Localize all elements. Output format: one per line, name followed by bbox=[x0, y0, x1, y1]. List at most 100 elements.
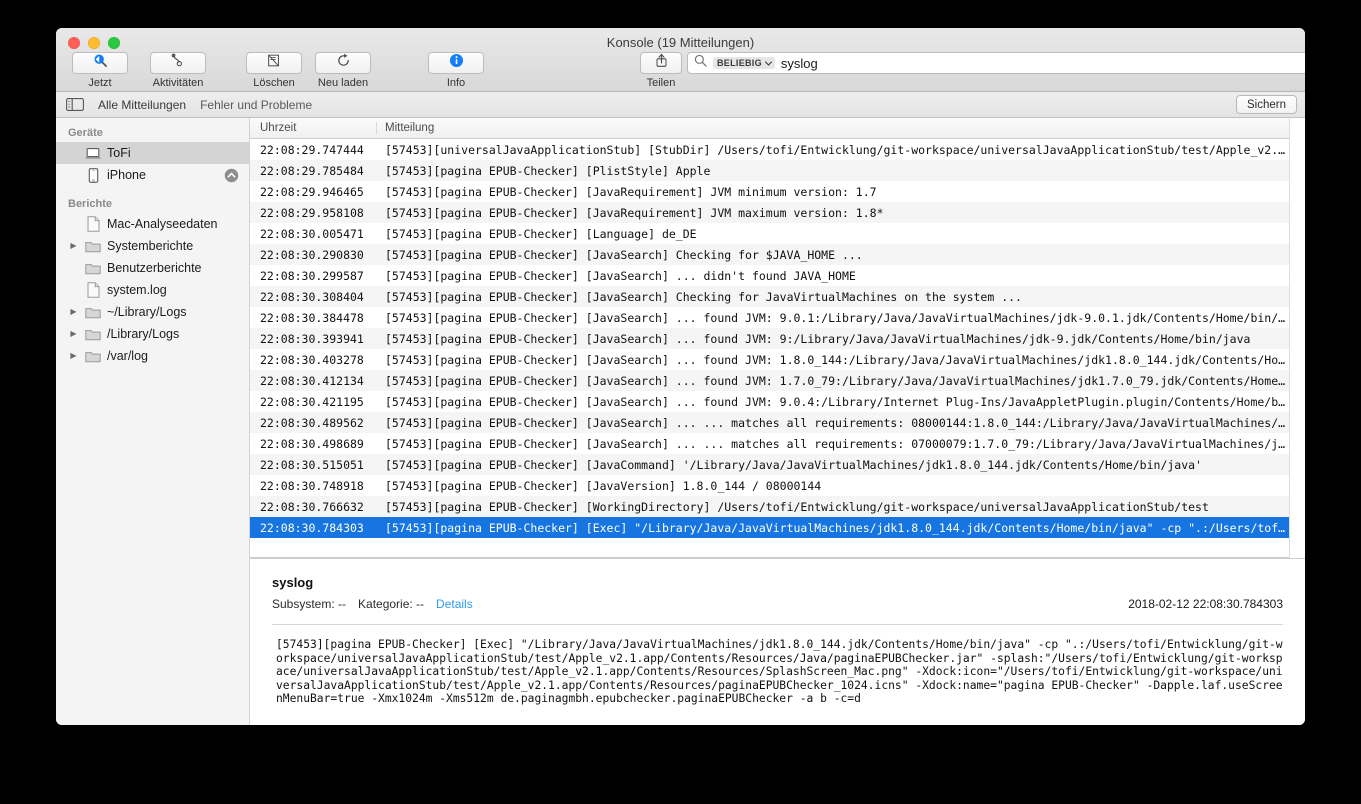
toolbar-button-info[interactable]: Info bbox=[428, 52, 484, 89]
column-header-uhrzeit[interactable]: Uhrzeit bbox=[250, 122, 377, 134]
row-time: 22:08:30.748918 bbox=[250, 479, 377, 493]
table-row[interactable]: 22:08:30.515051[57453][pagina EPUB-Check… bbox=[250, 454, 1289, 475]
search-input[interactable]: syslog bbox=[781, 56, 818, 71]
document-icon bbox=[85, 216, 101, 232]
row-time: 22:08:29.958108 bbox=[250, 206, 377, 220]
row-message: [57453][pagina EPUB-Checker] [JavaRequir… bbox=[377, 185, 1289, 199]
row-time: 22:08:29.747444 bbox=[250, 143, 377, 157]
sidebar-item-label: /Library/Logs bbox=[107, 327, 179, 341]
folder-icon bbox=[85, 262, 101, 275]
sidebar-item-benutzerberichte[interactable]: Benutzerberichte bbox=[56, 257, 249, 279]
log-pane: Uhrzeit Mitteilung 22:08:29.747444[57453… bbox=[250, 118, 1305, 725]
table-row[interactable]: 22:08:29.958108[57453][pagina EPUB-Check… bbox=[250, 202, 1289, 223]
log-table-column: Uhrzeit Mitteilung 22:08:29.747444[57453… bbox=[250, 118, 1289, 558]
detail-message-body: [57453][pagina EPUB-Checker] [Exec] "/Li… bbox=[272, 638, 1283, 706]
magnifier-blue-icon bbox=[93, 53, 108, 73]
table-row[interactable]: 22:08:30.784303[57453][pagina EPUB-Check… bbox=[250, 517, 1289, 538]
detail-pane: syslog Subsystem: -- Kategorie: -- Detai… bbox=[250, 558, 1305, 725]
row-message: [57453][pagina EPUB-Checker] [PlistStyle… bbox=[377, 164, 1289, 178]
sidebar-item-library-logs[interactable]: ▶ /Library/Logs bbox=[56, 323, 249, 345]
table-row[interactable]: 22:08:30.403278[57453][pagina EPUB-Check… bbox=[250, 349, 1289, 370]
sidebar-item-system-log[interactable]: system.log bbox=[56, 279, 249, 301]
table-row[interactable]: 22:08:30.748918[57453][pagina EPUB-Check… bbox=[250, 475, 1289, 496]
row-message: [57453][pagina EPUB-Checker] [JavaSearch… bbox=[377, 395, 1289, 409]
column-header-mitteilung[interactable]: Mitteilung bbox=[377, 122, 1289, 134]
eject-icon[interactable] bbox=[224, 168, 239, 186]
sidebar-item-label: iPhone bbox=[107, 168, 146, 182]
disclosure-triangle-icon[interactable]: ▶ bbox=[68, 330, 79, 338]
sidebar-item-mac-analyseedaten[interactable]: Mac-Analyseedaten bbox=[56, 213, 249, 235]
row-time: 22:08:30.412134 bbox=[250, 374, 377, 388]
toolbar-button-label: Teilen bbox=[647, 77, 676, 89]
table-row[interactable]: 22:08:30.421195[57453][pagina EPUB-Check… bbox=[250, 391, 1289, 412]
row-message: [57453][pagina EPUB-Checker] [Exec] "/Li… bbox=[377, 521, 1289, 535]
toolbar-button-label: Aktivitäten bbox=[153, 77, 204, 89]
table-row[interactable]: 22:08:29.946465[57453][pagina EPUB-Check… bbox=[250, 181, 1289, 202]
detail-category: Kategorie: -- bbox=[358, 597, 424, 611]
row-message: [57453][pagina EPUB-Checker] [JavaSearch… bbox=[377, 332, 1289, 346]
table-row[interactable]: 22:08:30.498689[57453][pagina EPUB-Check… bbox=[250, 433, 1289, 454]
row-message: [57453][pagina EPUB-Checker] [JavaSearch… bbox=[377, 416, 1289, 430]
table-row[interactable]: 22:08:30.290830[57453][pagina EPUB-Check… bbox=[250, 244, 1289, 265]
detail-details-link[interactable]: Details bbox=[436, 597, 473, 611]
disclosure-triangle-icon[interactable]: ▶ bbox=[68, 308, 79, 316]
search-field[interactable]: BELIEBIG syslog bbox=[687, 52, 1305, 74]
table-row[interactable]: 22:08:29.747444[57453][universalJavaAppl… bbox=[250, 139, 1289, 160]
row-message: [57453][pagina EPUB-Checker] [JavaSearch… bbox=[377, 269, 1289, 283]
disclosure-triangle-icon[interactable]: ▶ bbox=[68, 352, 79, 360]
folder-icon bbox=[85, 350, 101, 363]
document-icon bbox=[85, 282, 101, 298]
window-body: Geräte ToFi bbox=[56, 118, 1305, 725]
row-time: 22:08:30.515051 bbox=[250, 458, 377, 472]
table-row[interactable]: 22:08:30.489562[57453][pagina EPUB-Check… bbox=[250, 412, 1289, 433]
row-message: [57453][pagina EPUB-Checker] [JavaSearch… bbox=[377, 353, 1289, 367]
row-time: 22:08:30.498689 bbox=[250, 437, 377, 451]
toolbar-button-teilen[interactable]: Teilen bbox=[633, 52, 689, 89]
laptop-icon bbox=[85, 147, 101, 160]
jetzt-button-frame bbox=[72, 52, 128, 74]
toolbar-button-neu-laden[interactable]: Neu laden bbox=[307, 52, 379, 89]
table-row[interactable]: 22:08:29.785484[57453][pagina EPUB-Check… bbox=[250, 160, 1289, 181]
search-scope-token[interactable]: BELIEBIG bbox=[713, 57, 775, 69]
sidebar-item-user-library-logs[interactable]: ▶ ~/Library/Logs bbox=[56, 301, 249, 323]
sidebar-item-label: Benutzerberichte bbox=[107, 261, 202, 275]
sidebar-group-header-berichte: Berichte bbox=[56, 195, 249, 213]
chevron-down-icon bbox=[765, 58, 772, 68]
share-icon bbox=[654, 53, 669, 73]
sidebar-toggle-icon[interactable] bbox=[66, 98, 84, 111]
sidebar-item-label: ToFi bbox=[107, 146, 131, 160]
row-time: 22:08:29.785484 bbox=[250, 164, 377, 178]
row-time: 22:08:30.421195 bbox=[250, 395, 377, 409]
table-row[interactable]: 22:08:30.412134[57453][pagina EPUB-Check… bbox=[250, 370, 1289, 391]
save-button[interactable]: Sichern bbox=[1236, 95, 1297, 114]
info-blue-icon bbox=[449, 53, 464, 73]
detail-timestamp: 2018-02-12 22:08:30.784303 bbox=[1128, 597, 1283, 611]
tab-fehler-und-probleme[interactable]: Fehler und Probleme bbox=[200, 98, 312, 112]
row-time: 22:08:30.005471 bbox=[250, 227, 377, 241]
sidebar-item-systemberichte[interactable]: ▶ Systemberichte bbox=[56, 235, 249, 257]
window-titlebar: Konsole (19 Mitteilungen) Jetzt bbox=[56, 28, 1305, 92]
toolbar-button-aktivitaeten[interactable]: Aktivitäten bbox=[150, 52, 206, 89]
disclosure-triangle-icon[interactable]: ▶ bbox=[68, 242, 79, 250]
detail-title: syslog bbox=[272, 575, 1283, 590]
table-row[interactable]: 22:08:30.384478[57453][pagina EPUB-Check… bbox=[250, 307, 1289, 328]
table-row[interactable]: 22:08:30.299587[57453][pagina EPUB-Check… bbox=[250, 265, 1289, 286]
sidebar-item-tofi[interactable]: ToFi bbox=[56, 142, 249, 164]
folder-icon bbox=[85, 306, 101, 319]
row-time: 22:08:30.489562 bbox=[250, 416, 377, 430]
toolbar-button-jetzt[interactable]: Jetzt bbox=[72, 52, 128, 89]
search-token-label: BELIEBIG bbox=[717, 58, 762, 68]
row-message: [57453][pagina EPUB-Checker] [WorkingDir… bbox=[377, 500, 1289, 514]
sidebar-item-iphone[interactable]: iPhone bbox=[56, 164, 249, 186]
sidebar-item-label: ~/Library/Logs bbox=[107, 305, 187, 319]
row-time: 22:08:30.403278 bbox=[250, 353, 377, 367]
folder-icon bbox=[85, 328, 101, 341]
vertical-scrollbar[interactable] bbox=[1289, 118, 1305, 558]
table-row[interactable]: 22:08:30.005471[57453][pagina EPUB-Check… bbox=[250, 223, 1289, 244]
tab-alle-mitteilungen[interactable]: Alle Mitteilungen bbox=[98, 98, 186, 112]
table-row[interactable]: 22:08:30.308404[57453][pagina EPUB-Check… bbox=[250, 286, 1289, 307]
toolbar-button-loeschen[interactable]: Löschen bbox=[246, 52, 302, 89]
table-row[interactable]: 22:08:30.393941[57453][pagina EPUB-Check… bbox=[250, 328, 1289, 349]
sidebar-item-var-log[interactable]: ▶ /var/log bbox=[56, 345, 249, 367]
table-row[interactable]: 22:08:30.766632[57453][pagina EPUB-Check… bbox=[250, 496, 1289, 517]
